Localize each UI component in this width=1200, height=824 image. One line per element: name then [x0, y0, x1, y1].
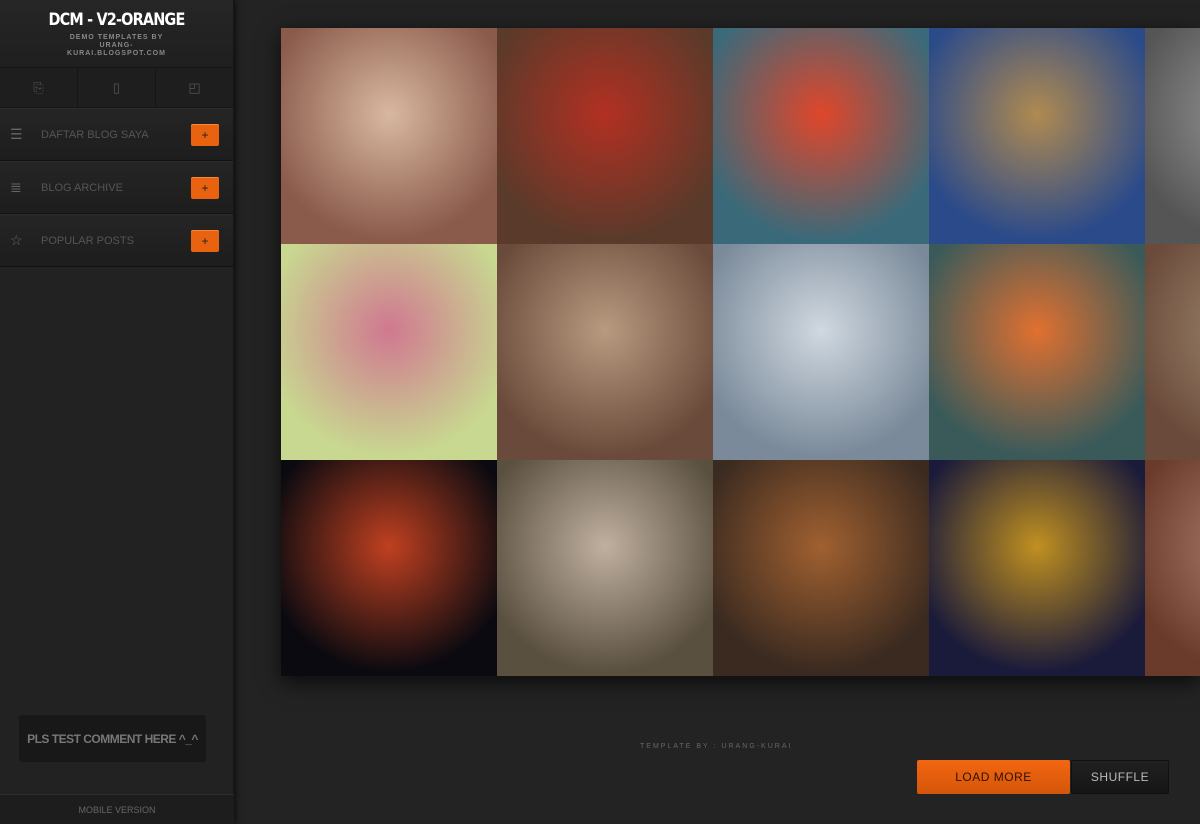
gallery-photo[interactable]: [713, 460, 929, 676]
star-icon: ☆: [10, 232, 23, 248]
blog-header: DCM - V2-ORANGE DEMO TEMPLATES BY URANG-…: [0, 0, 233, 68]
expand-button[interactable]: +: [191, 229, 219, 252]
sidebar-item-label: BLOG ARCHIVE: [41, 181, 123, 194]
gallery-photo[interactable]: [929, 460, 1145, 676]
list-icon: ☰: [10, 126, 23, 142]
gallery-photo[interactable]: [1145, 28, 1200, 244]
gallery-photo[interactable]: [1145, 244, 1200, 460]
photo-gallery: [281, 28, 1200, 676]
chart-document-icon[interactable]: ◰: [156, 68, 233, 107]
load-more-button[interactable]: LOAD MORE: [917, 760, 1070, 794]
sidebar: DCM - V2-ORANGE DEMO TEMPLATES BY URANG-…: [0, 0, 234, 824]
pdf-icon[interactable]: ⎘: [0, 68, 78, 107]
expand-button[interactable]: +: [191, 123, 219, 146]
gallery-photo[interactable]: [497, 244, 713, 460]
template-credit: TEMPLATE BY : URANG-KURAI: [640, 743, 793, 750]
blog-title[interactable]: DCM - V2-ORANGE: [17, 10, 215, 30]
sidebar-item-daftar-blog[interactable]: ☰ DAFTAR BLOG SAYA +: [0, 108, 233, 161]
gallery-photo[interactable]: [497, 28, 713, 244]
document-icon[interactable]: ▯: [78, 68, 156, 107]
sidebar-item-blog-archive[interactable]: ≣ BLOG ARCHIVE +: [0, 161, 233, 214]
gallery-photo[interactable]: [281, 244, 497, 460]
gallery-photo[interactable]: [281, 460, 497, 676]
gallery-photo[interactable]: [713, 244, 929, 460]
mobile-version-link[interactable]: MOBILE VERSION: [0, 794, 234, 824]
gallery-photo[interactable]: [1145, 460, 1200, 676]
sidebar-item-label: POPULAR POSTS: [41, 234, 134, 247]
gallery-photo[interactable]: [497, 460, 713, 676]
gallery-photo[interactable]: [929, 28, 1145, 244]
blog-subtitle: DEMO TEMPLATES BY URANG-KURAI.BLOGSPOT.C…: [67, 34, 166, 57]
sidebar-item-popular-posts[interactable]: ☆ POPULAR POSTS +: [0, 214, 233, 267]
icon-bar: ⎘ ▯ ◰: [0, 68, 233, 108]
gallery-photo[interactable]: [929, 244, 1145, 460]
sidebar-item-label: DAFTAR BLOG SAYA: [41, 128, 149, 141]
expand-button[interactable]: +: [191, 176, 219, 199]
shuffle-button[interactable]: SHUFFLE: [1071, 760, 1169, 794]
archive-icon: ≣: [10, 179, 22, 195]
gallery-photo[interactable]: [713, 28, 929, 244]
gallery-photo[interactable]: [281, 28, 497, 244]
comment-box[interactable]: PLS TEST COMMENT HERE ^_^: [19, 715, 206, 762]
